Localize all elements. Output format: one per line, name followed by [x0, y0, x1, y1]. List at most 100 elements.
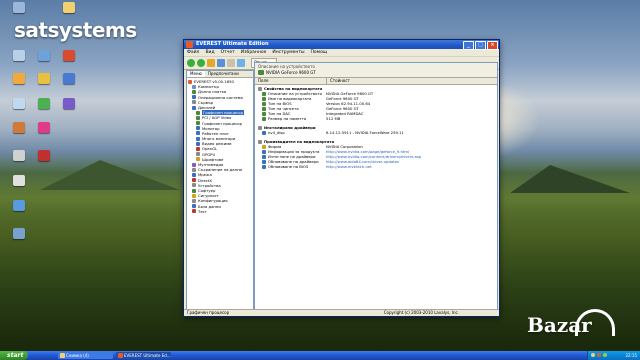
desktop-icon-app-7[interactable] [33, 98, 55, 110]
desktop-icon-recycle[interactable] [8, 50, 30, 62]
taskbar: start Снимка (4) EVEREST Ultimate Ed... 2… [0, 351, 640, 360]
close-button[interactable]: × [487, 41, 498, 50]
taskbar-item[interactable]: Снимка (4) [58, 352, 113, 359]
tree-item-icon [192, 209, 196, 214]
desktop-icon-computer[interactable] [8, 2, 30, 14]
app-6-icon [13, 98, 25, 109]
window-titlebar[interactable]: EVEREST Ultimate Edition _ □ × [184, 40, 499, 50]
taskbar-item-icon [60, 353, 65, 358]
app-5-icon [63, 73, 75, 84]
desktop-icon-app-10[interactable] [33, 122, 55, 134]
tree-item-label: Тест [198, 208, 207, 214]
desktop-icon-app-13[interactable] [8, 175, 30, 187]
minimize-button[interactable]: _ [463, 41, 474, 50]
property-field: nv4_disp [268, 130, 285, 135]
desktop-icon-app-9[interactable] [8, 122, 30, 134]
tree-item-icon [196, 115, 200, 120]
app-14-icon [13, 200, 25, 211]
property-link[interactable]: http://www.mvktech.net [326, 164, 372, 169]
section-icon [258, 139, 262, 144]
tray-security-icon[interactable] [603, 353, 607, 357]
desktop-icon-app-12[interactable] [33, 150, 55, 162]
tree-item-icon [192, 193, 196, 198]
property-icon [262, 116, 266, 121]
app-7-icon [38, 98, 50, 109]
brand-logo-text: satsystems [14, 18, 137, 42]
property-icon [262, 144, 266, 149]
tree-item-icon [196, 157, 200, 162]
tree-item-icon [196, 110, 200, 115]
column-value[interactable]: Стойност [327, 78, 350, 84]
tree-item-icon [192, 188, 196, 193]
menu-item[interactable]: Помощ [311, 49, 328, 56]
menu-item[interactable]: Инструменты [272, 49, 304, 56]
tab-favorites[interactable]: Предпочитани [205, 71, 242, 77]
property-icon [262, 164, 266, 169]
desktop-icon-app-2[interactable] [58, 50, 80, 62]
desktop-icon-app-15[interactable] [8, 228, 30, 240]
mountain-left [40, 160, 180, 190]
column-field[interactable]: Поле [255, 78, 327, 84]
tray-network-icon[interactable] [591, 353, 595, 357]
forward-icon[interactable] [197, 59, 205, 67]
tree-item-icon [192, 172, 196, 177]
taskbar-item[interactable]: EVEREST Ultimate Ed... [116, 352, 171, 359]
tray-app-icon[interactable] [597, 353, 601, 357]
app-13-icon [13, 175, 25, 186]
desktop-icon-app-4[interactable] [33, 73, 55, 85]
desktop-icon-my-documents[interactable] [58, 2, 80, 14]
app-8-icon [63, 98, 75, 109]
property-row[interactable]: Обновяване на BIOS http://www.mvktech.net [258, 164, 497, 169]
tree-item-icon [192, 95, 196, 100]
property-field: Размер на паметта [268, 116, 307, 121]
tree-item-icon [192, 198, 196, 203]
refresh-icon[interactable] [217, 59, 225, 67]
start-button[interactable]: start [0, 351, 28, 360]
property-icon [262, 96, 266, 101]
everest-window[interactable]: EVEREST Ultimate Edition _ □ × Файл Вид От… [183, 39, 500, 317]
property-icon [262, 101, 266, 106]
property-icon [262, 106, 266, 111]
property-icon [262, 130, 266, 135]
section-icon [258, 86, 262, 91]
desktop-icon-app-8[interactable] [58, 98, 80, 110]
app-3-icon [13, 73, 25, 84]
recycle-icon [13, 50, 25, 61]
tree-item-icon [196, 152, 200, 157]
maximize-button[interactable]: □ [475, 41, 486, 50]
property-field: Обновяване на BIOS [268, 164, 309, 169]
tab-menu[interactable]: Меню [187, 71, 205, 77]
device-header: Описание на устройството NVIDIA GeForce … [255, 63, 497, 78]
device-value: NVIDIA GeForce 9600 GT [266, 70, 316, 75]
tree-item-icon [192, 204, 196, 209]
menu-item[interactable]: Файл [187, 49, 199, 56]
tree-item-icon [196, 141, 200, 146]
desktop-icon-app-14[interactable] [8, 200, 30, 212]
back-icon[interactable] [187, 59, 195, 67]
my-documents-icon [63, 2, 75, 13]
app-9-icon [13, 122, 25, 133]
app-12-icon [38, 150, 50, 161]
menu-item[interactable]: Избранное [241, 49, 267, 56]
column-headers: Поле Стойност [255, 78, 497, 85]
gpu-icon [258, 70, 264, 75]
tree-item-icon [196, 121, 200, 126]
desktop-icon-app-5[interactable] [58, 73, 80, 85]
tree-item-icon [192, 89, 196, 94]
desktop-icon-app-3[interactable] [8, 73, 30, 85]
app-15-icon [13, 228, 25, 239]
desktop-icon-app-11[interactable] [8, 150, 30, 162]
menu-item[interactable]: Отчет [221, 49, 235, 56]
up-icon[interactable] [207, 59, 215, 67]
computer-icon [13, 2, 25, 13]
tree-item[interactable]: Тест [188, 209, 253, 214]
desktop-icon-app-1[interactable] [33, 50, 55, 62]
desktop-icon-app-6[interactable] [8, 98, 30, 110]
user-icon[interactable] [227, 59, 235, 67]
app-icon [186, 41, 193, 48]
tree-item-icon [196, 147, 200, 152]
tree-view: EVEREST v5.00.1650 Компютър Дънна платка Оп… [187, 78, 253, 214]
favorites-icon[interactable] [237, 59, 245, 67]
tree-item-icon [192, 183, 196, 188]
menu-item[interactable]: Вид [205, 49, 214, 56]
